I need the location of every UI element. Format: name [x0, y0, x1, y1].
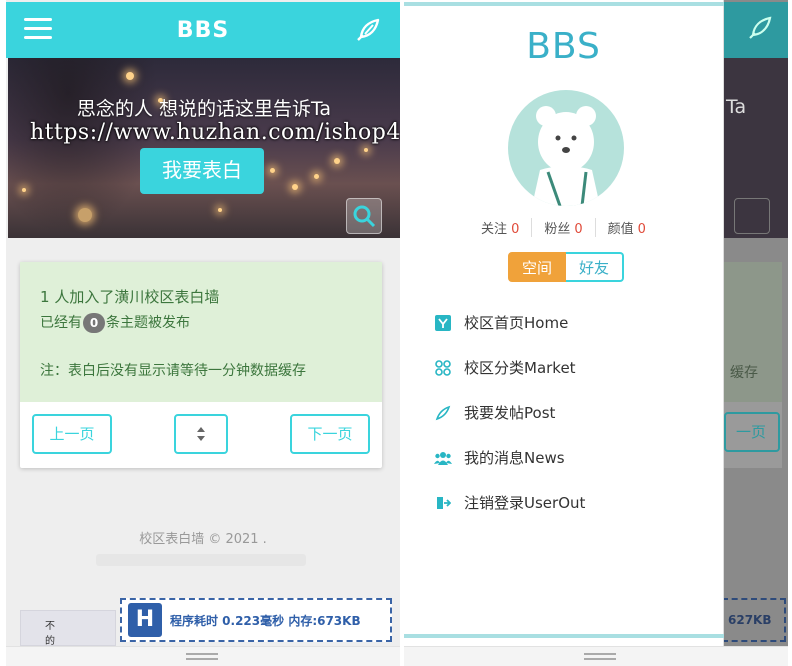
menu-item-post[interactable]: 我要发帖Post — [434, 390, 585, 435]
page-select[interactable] — [174, 414, 228, 454]
next-page-button[interactable]: 下一页 — [290, 414, 370, 454]
h-logo-icon: H — [128, 603, 162, 637]
dimmed-card: 缓存 一页 — [722, 262, 782, 468]
search-icon — [353, 205, 376, 228]
stat-looks[interactable]: 颜值 0 — [596, 218, 658, 237]
dimmed-pen-icon — [749, 16, 772, 39]
grid-icon — [434, 359, 452, 377]
search-button[interactable] — [346, 198, 382, 234]
drawer-menu: 校区首页Home 校区分类Market 我要发帖Post 我的消息News 注销… — [434, 300, 585, 525]
bottom-drag-handle[interactable] — [6, 646, 400, 666]
users-icon — [434, 449, 452, 467]
dimmed-next-fragment: 一页 — [724, 412, 780, 452]
drawer-brand: BBS — [526, 26, 601, 67]
published-prefix: 已经有 — [40, 315, 82, 331]
menu-item-home[interactable]: 校区首页Home — [434, 300, 585, 345]
confess-button[interactable]: 我要表白 — [140, 148, 264, 194]
feather-pen-icon[interactable] — [354, 16, 382, 44]
navbar-title: BBS — [176, 17, 230, 43]
published-line: 已经有 0 条主题被发布 — [40, 310, 362, 336]
joined-line: 1 人加入了潢川校区表白墙 — [40, 284, 362, 310]
dimmed-perf-fragment: 627KB — [722, 598, 786, 642]
pagination: 上一页 下一页 — [20, 402, 382, 468]
top-navbar: BBS — [6, 2, 400, 58]
joined-text: 人加入了潢川校区表白墙 — [54, 288, 220, 306]
dimmed-hero-fragment: Ta — [726, 96, 747, 118]
avatar[interactable] — [508, 90, 624, 206]
prev-page-button[interactable]: 上一页 — [32, 414, 112, 454]
watermark-url: https://www.huzhan.com/ishop45527 — [30, 120, 400, 145]
menu-item-logout[interactable]: 注销登录UserOut — [434, 480, 585, 525]
logout-icon — [434, 494, 452, 512]
drawer-bottom-line — [404, 634, 724, 638]
performance-badge: H 程序耗时 0.223毫秒 内存:673KB — [120, 598, 392, 642]
main-page-screen: BBS 思念的人 想说的话这里告诉Ta 我要表白 https://www.huz… — [6, 0, 400, 666]
dimmed-search-icon — [734, 198, 770, 234]
corner-thumbnail: 不 的 — [20, 610, 116, 647]
published-count-badge: 0 — [83, 313, 105, 333]
joined-count: 1 — [40, 288, 50, 306]
bottom-drag-handle-right[interactable] — [404, 646, 788, 666]
bear-avatar-icon — [532, 106, 600, 206]
sort-caret-icon — [197, 427, 205, 441]
wall-stats-alert: 1 人加入了潢川校区表白墙 已经有 0 条主题被发布 注：表白后没有显示请等待一分钟… — [20, 262, 382, 402]
menu-item-news[interactable]: 我的消息News — [434, 435, 585, 480]
menu-icon[interactable] — [24, 18, 52, 40]
cache-note: 注：表白后没有显示请等待一分钟数据缓存 — [40, 363, 306, 379]
side-drawer: BBS 关注 0 粉丝 0 颜值 0 空间 好友 校区首页Home 校区分类Ma… — [404, 0, 724, 666]
performance-text: 程序耗时 0.223毫秒 内存:673KB — [170, 613, 361, 628]
footer-faded-link — [96, 554, 306, 566]
pencil-icon — [434, 404, 452, 422]
space-friends-toggle: 空间 好友 — [508, 252, 624, 282]
stat-followers[interactable]: 粉丝 0 — [532, 218, 596, 237]
stat-following[interactable]: 关注 0 — [469, 218, 533, 237]
tab-space[interactable]: 空间 — [508, 252, 566, 282]
menu-item-market[interactable]: 校区分类Market — [434, 345, 585, 390]
hero-tagline: 思念的人 想说的话这里告诉Ta — [76, 98, 332, 120]
tab-friends[interactable]: 好友 — [566, 252, 624, 282]
user-stats: 关注 0 粉丝 0 颜值 0 — [404, 218, 723, 237]
dimmed-note-fragment: 缓存 — [730, 365, 758, 381]
published-suffix: 条主题被发布 — [106, 315, 190, 331]
yahoo-icon — [434, 314, 452, 332]
hero-banner: 思念的人 想说的话这里告诉Ta 我要表白 — [8, 58, 400, 238]
drawer-top-line — [404, 2, 724, 6]
wall-info-card: 1 人加入了潢川校区表白墙 已经有 0 条主题被发布 注：表白后没有显示请等待一分钟… — [20, 262, 382, 468]
footer-copyright: 校区表白墙 © 2021 . — [139, 532, 267, 547]
drawer-open-screen: Ta 缓存 一页 627KB BBS 关注 0 粉丝 0 颜值 0 空间 好友 … — [404, 0, 788, 666]
